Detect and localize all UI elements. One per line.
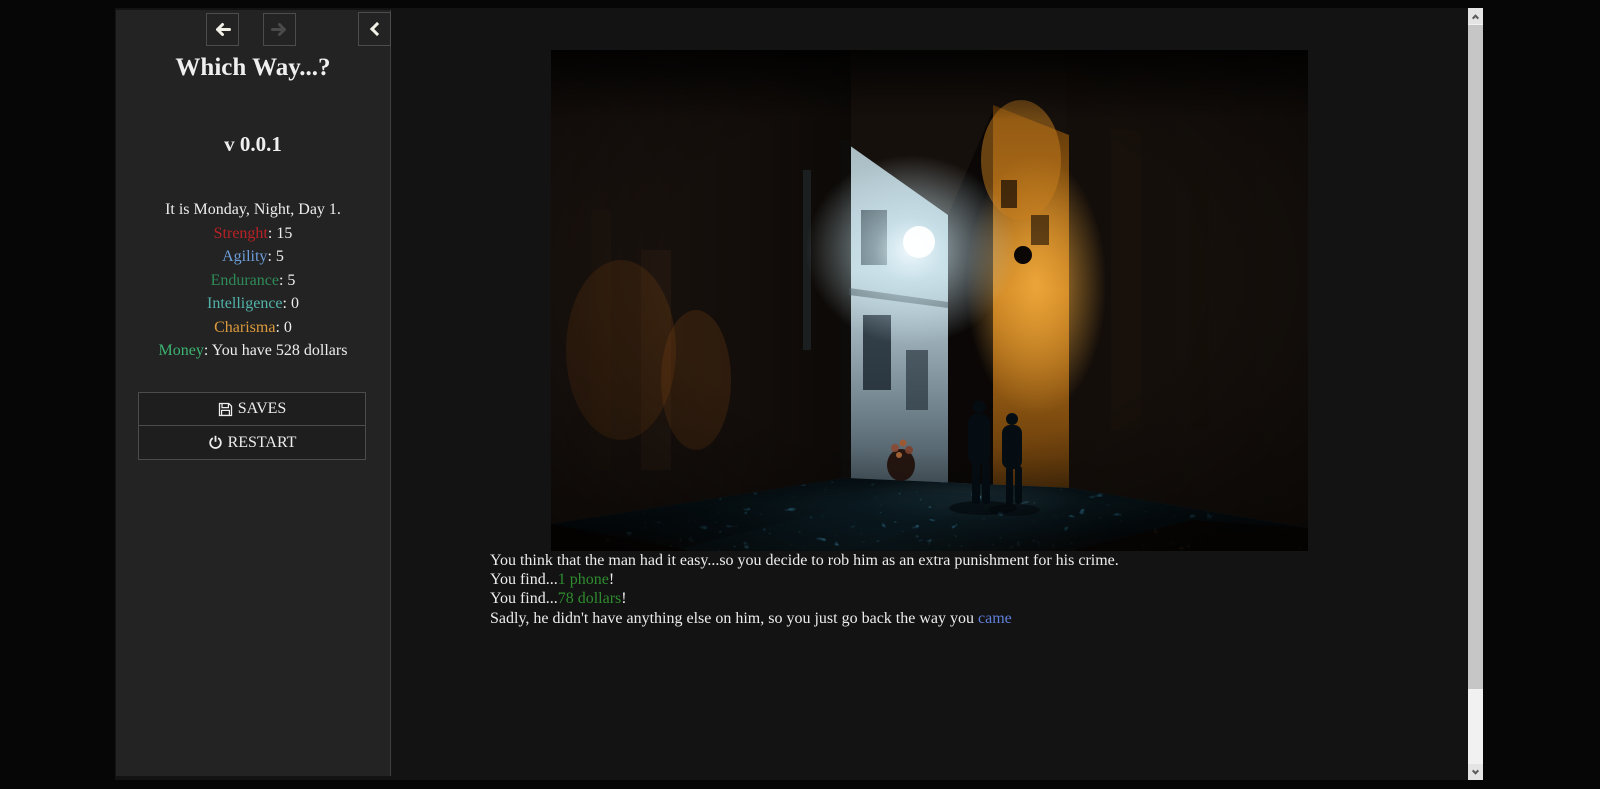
came-link[interactable]: came xyxy=(978,610,1012,627)
left-arrow-icon xyxy=(213,21,232,38)
stat-value: You have 528 dollars xyxy=(212,342,348,359)
scrollbar-thumb[interactable] xyxy=(1468,25,1483,689)
stat-agility: Agility: 5 xyxy=(116,245,390,269)
chevron-left-icon xyxy=(369,22,383,36)
find-prefix: You find... xyxy=(490,571,558,588)
saves-label: SAVES xyxy=(238,400,287,418)
find-dollars-line: You find...78 dollars! xyxy=(490,590,627,607)
chevron-up-icon xyxy=(1472,14,1479,21)
find-suffix: ! xyxy=(609,571,614,588)
history-back-button[interactable] xyxy=(206,13,239,46)
stats-panel: It is Monday, Night, Day 1. Strenght: 15… xyxy=(116,198,390,363)
stat-separator: : xyxy=(283,295,291,312)
stat-value: 5 xyxy=(287,272,295,289)
sidebar: Which Way...? v 0.0.1 It is Monday, Nigh… xyxy=(116,10,391,776)
stat-endurance: Endurance: 5 xyxy=(116,269,390,293)
stat-value: 15 xyxy=(276,225,292,242)
loot-lines: You find...1 phone! You find...78 dollar… xyxy=(490,570,1368,608)
right-arrow-icon xyxy=(270,21,289,38)
status-line: It is Monday, Night, Day 1. xyxy=(116,198,390,222)
stat-label: Endurance xyxy=(211,272,279,289)
restart-label: RESTART xyxy=(228,434,297,452)
stat-intelligence: Intelligence: 0 xyxy=(116,292,390,316)
game-version: v 0.0.1 xyxy=(116,132,390,157)
stat-label: Intelligence xyxy=(207,295,283,312)
history-forward-button[interactable] xyxy=(263,13,296,46)
story-paragraph: You think that the man had it easy...so … xyxy=(490,551,1368,570)
stat-charisma: Charisma: 0 xyxy=(116,316,390,340)
stat-money: Money: You have 528 dollars xyxy=(116,339,390,363)
scroll-up-button[interactable] xyxy=(1468,8,1483,24)
restart-button[interactable]: RESTART xyxy=(139,426,365,459)
passage: You think that the man had it easy...so … xyxy=(490,48,1368,628)
sidebar-menu: SAVES RESTART xyxy=(138,392,366,460)
stat-separator: : xyxy=(267,248,275,265)
stat-label: Money xyxy=(159,342,204,359)
stat-separator: : xyxy=(204,342,212,359)
stat-strength: Strenght: 15 xyxy=(116,222,390,246)
stat-label: Strenght xyxy=(214,225,268,242)
chevron-down-icon xyxy=(1472,767,1479,774)
night-alley-photo xyxy=(551,50,1308,551)
stat-value: 0 xyxy=(284,319,292,336)
browser-viewport: Which Way...? v 0.0.1 It is Monday, Nigh… xyxy=(115,8,1468,780)
stat-value: 0 xyxy=(291,295,299,312)
find-prefix: You find... xyxy=(490,590,558,607)
save-icon xyxy=(218,402,233,417)
stat-separator: : xyxy=(275,319,283,336)
sidebar-collapse-button[interactable] xyxy=(358,12,391,46)
power-icon xyxy=(208,435,223,450)
find-phone-line: You find...1 phone! xyxy=(490,571,614,588)
scrollbar[interactable] xyxy=(1468,8,1483,780)
stat-value: 5 xyxy=(276,248,284,265)
stat-label: Charisma xyxy=(214,319,275,336)
stat-label: Agility xyxy=(222,248,267,265)
loot-item-dollars: 78 dollars xyxy=(558,590,622,607)
find-suffix: ! xyxy=(621,590,626,607)
saves-button[interactable]: SAVES xyxy=(139,393,365,426)
game-title: Which Way...? xyxy=(116,54,390,82)
loot-item-phone: 1 phone xyxy=(558,571,609,588)
closing-line: Sadly, he didn't have anything else on h… xyxy=(490,609,1368,628)
scroll-down-button[interactable] xyxy=(1468,764,1483,780)
closing-text: Sadly, he didn't have anything else on h… xyxy=(490,610,978,627)
